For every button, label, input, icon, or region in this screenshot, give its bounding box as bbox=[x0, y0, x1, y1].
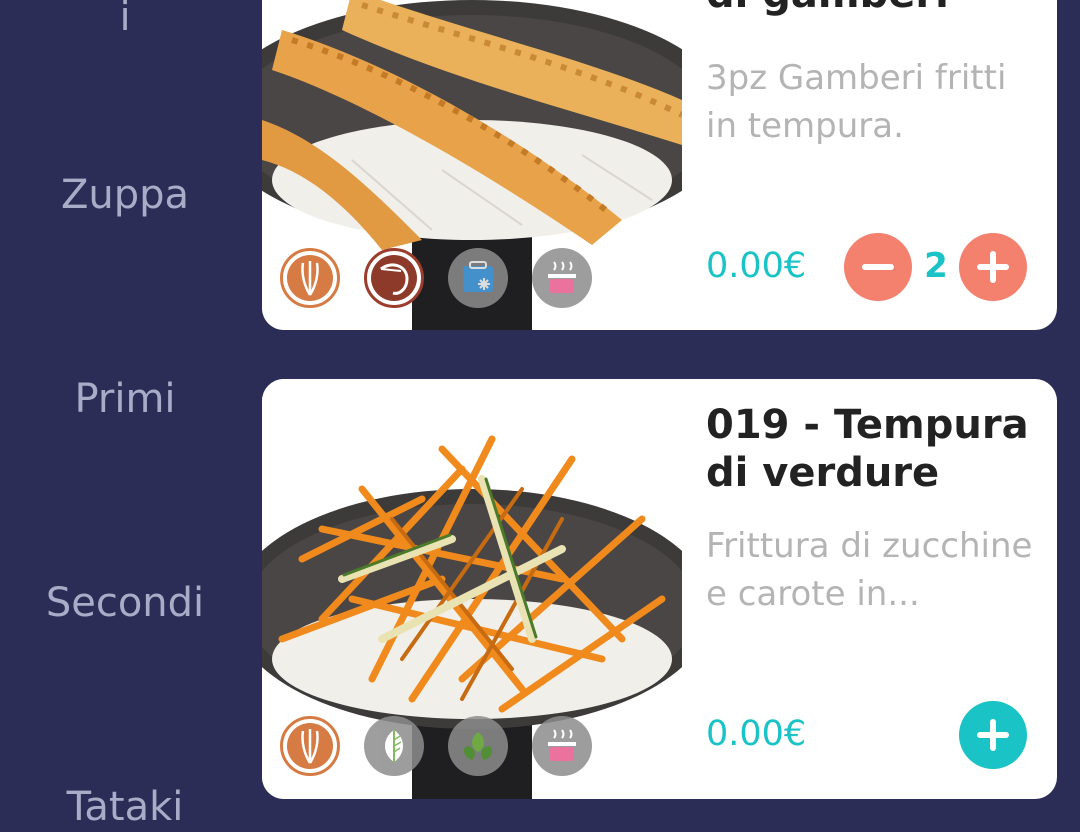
category-item-partial[interactable]: i bbox=[0, 0, 250, 42]
item-title-line-2: di verdure bbox=[706, 450, 940, 496]
shrimp-icon bbox=[364, 248, 424, 308]
vegan-leaves-icon bbox=[448, 716, 508, 776]
item-price: 0.00€ bbox=[706, 246, 807, 286]
leaf-icon bbox=[364, 716, 424, 776]
frozen-icon bbox=[448, 248, 508, 308]
item-price: 0.00€ bbox=[706, 714, 807, 754]
item-quantity: 2 bbox=[924, 246, 948, 286]
item-description-line-1: Frittura di zucchine bbox=[706, 526, 1033, 566]
minus-icon bbox=[862, 264, 894, 270]
category-item-tataki[interactable]: Tataki bbox=[0, 782, 250, 832]
decrease-quantity-button[interactable] bbox=[844, 233, 912, 301]
category-sidebar: i Zuppa Primi Secondi Tataki bbox=[0, 0, 250, 830]
category-item-secondi[interactable]: Secondi bbox=[0, 578, 250, 628]
plus-icon bbox=[977, 251, 1009, 283]
category-item-zuppa[interactable]: Zuppa bbox=[0, 170, 250, 220]
wheat-icon bbox=[280, 248, 340, 308]
item-title-line-1: 019 - Tempura bbox=[706, 402, 1029, 448]
item-description-line-2: in tempura. bbox=[706, 106, 904, 146]
wheat-icon bbox=[280, 716, 340, 776]
item-description-line-2: e carote in... bbox=[706, 574, 920, 614]
item-title: di gamberi bbox=[706, 0, 1033, 18]
menu-item-card[interactable]: di gamberi 3pz Gamberi fritti in tempura… bbox=[262, 0, 1057, 330]
increase-quantity-button[interactable] bbox=[959, 233, 1027, 301]
add-to-cart-button[interactable] bbox=[959, 701, 1027, 769]
menu-item-card[interactable]: 019 - Tempura di verdure Frittura di zuc… bbox=[262, 379, 1057, 799]
item-description-line-1: 3pz Gamberi fritti bbox=[706, 58, 1007, 98]
category-item-primi[interactable]: Primi bbox=[0, 374, 250, 424]
plus-icon bbox=[977, 719, 1009, 751]
steam-pot-icon bbox=[532, 716, 592, 776]
steam-pot-icon bbox=[532, 248, 592, 308]
